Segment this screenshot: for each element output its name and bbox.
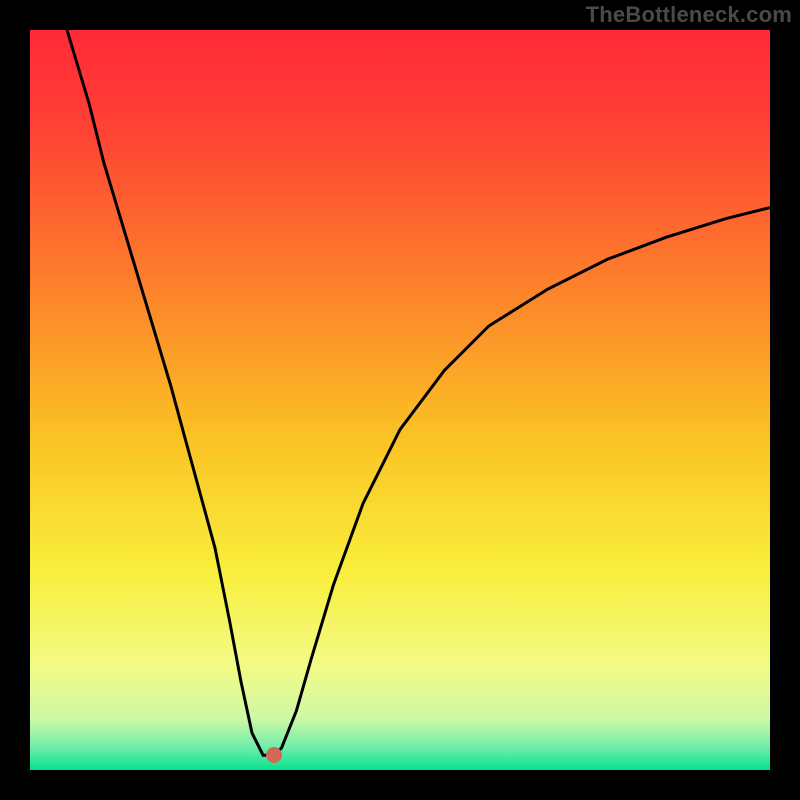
bottleneck-curve xyxy=(67,30,770,755)
plot-area xyxy=(30,30,770,770)
marker-dot xyxy=(266,747,282,763)
chart-container: TheBottleneck.com xyxy=(0,0,800,800)
watermark-text: TheBottleneck.com xyxy=(586,2,792,28)
curve-layer xyxy=(30,30,770,770)
